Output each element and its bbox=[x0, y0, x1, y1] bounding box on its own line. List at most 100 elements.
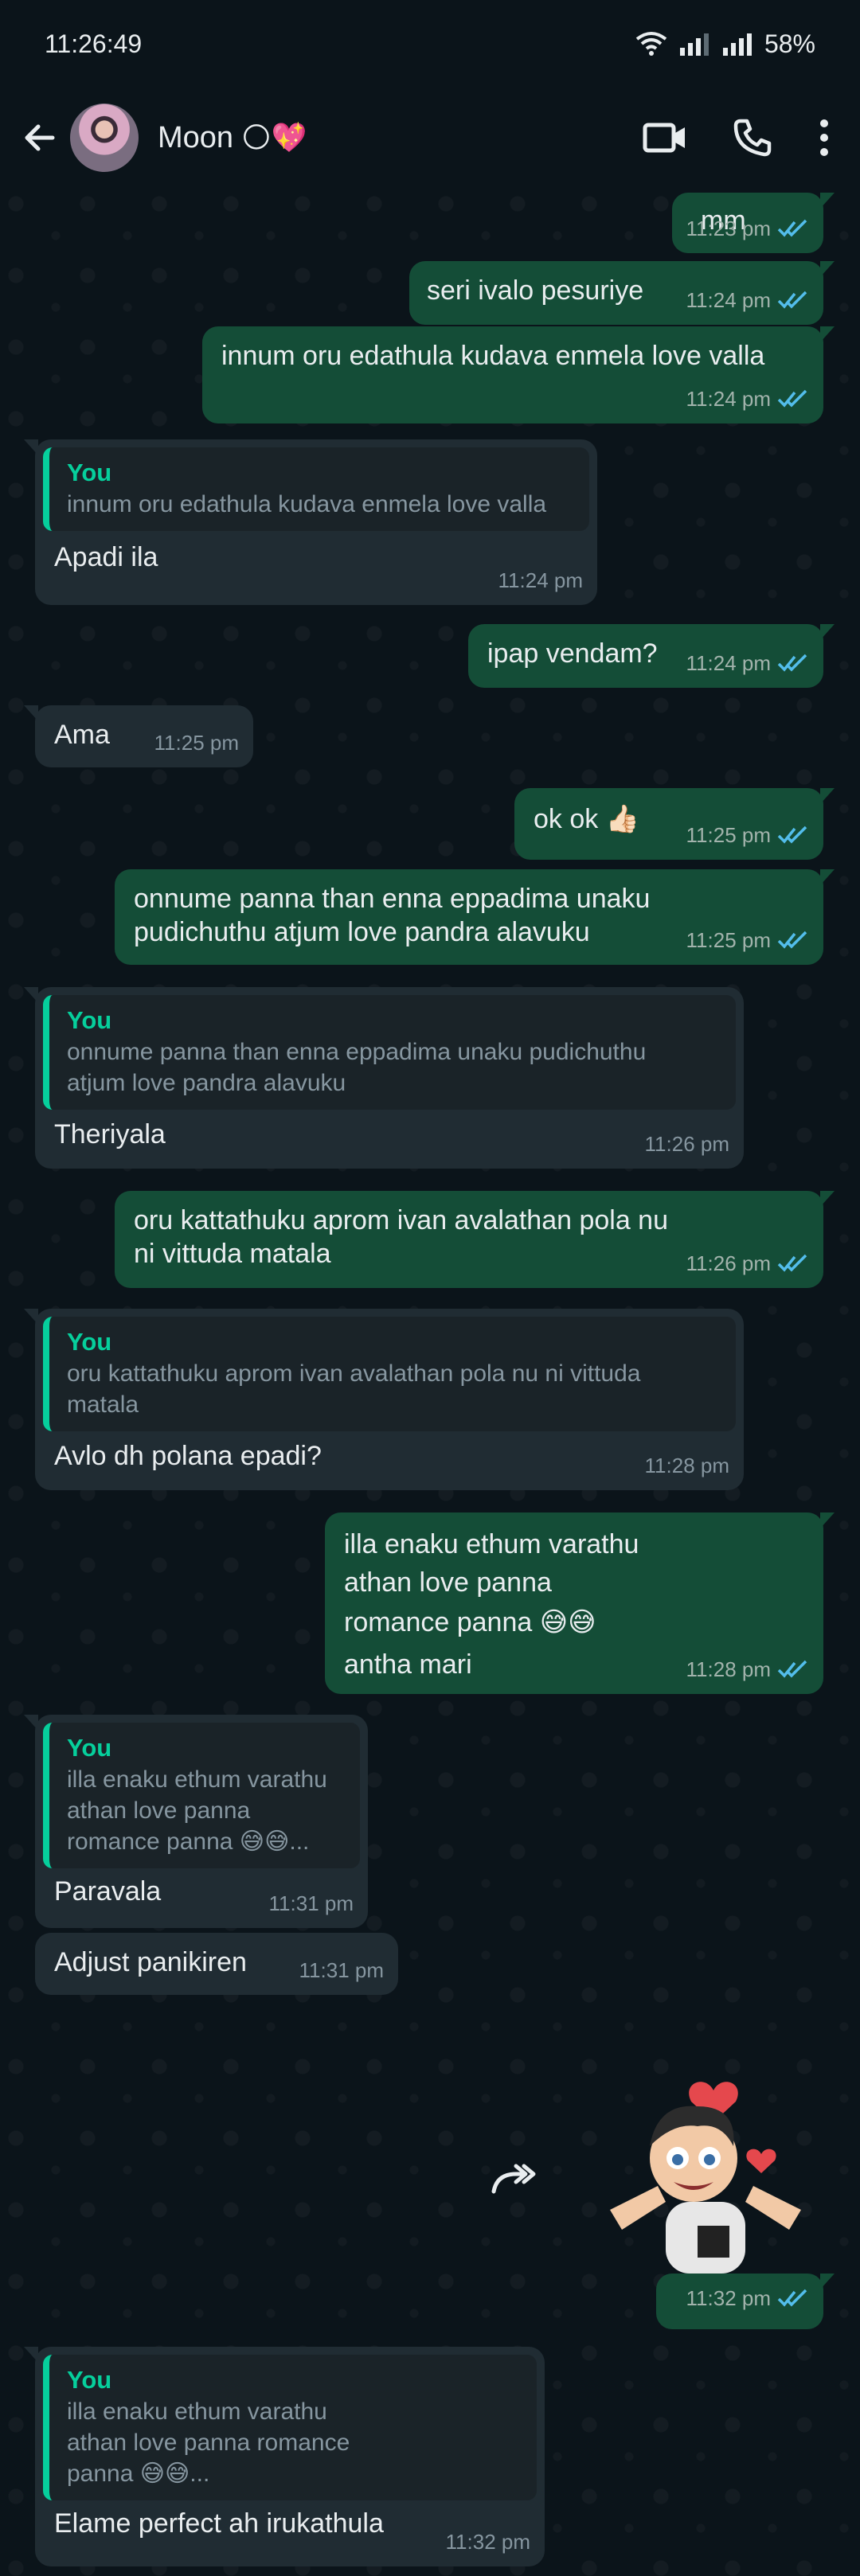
quote-author: You bbox=[67, 1006, 112, 1034]
contact-emoji: 🌕💖 bbox=[241, 121, 307, 154]
sticker-image bbox=[610, 2082, 801, 2274]
message-line: athan love panna bbox=[344, 1567, 552, 1598]
message-outgoing[interactable]: ok ok 👍🏻 11:25 pm bbox=[514, 788, 835, 860]
status-time: 11:26:49 bbox=[45, 29, 143, 58]
message-outgoing[interactable]: onnume panna than enna eppadima unaku pu… bbox=[115, 869, 835, 965]
quote-author: You bbox=[67, 1328, 112, 1356]
message-incoming[interactable]: You onnume panna than enna eppadima unak… bbox=[24, 987, 744, 1169]
message-list[interactable]: mm 11:23 pm seri ivalo pesuriye 11:24 pm… bbox=[0, 188, 860, 2576]
message-text: Theriyala bbox=[54, 1119, 166, 1149]
message-meta: 11:23 pm bbox=[686, 212, 809, 245]
battery-level: 58% bbox=[764, 29, 815, 58]
double-check-icon bbox=[777, 654, 807, 672]
sticker-man-with-hearts[interactable] bbox=[586, 2059, 825, 2297]
quote-text: onnume panna than enna eppadima unaku pu… bbox=[67, 1039, 647, 1096]
message-outgoing[interactable]: oru kattathuku aprom ivan avalathan pola… bbox=[115, 1191, 835, 1288]
message-time: 11:26 pm bbox=[686, 1251, 771, 1275]
message-meta: 11:32 pm bbox=[446, 2525, 530, 2558]
arrow-left-icon bbox=[25, 124, 55, 151]
forward-button[interactable] bbox=[489, 2160, 545, 2207]
quote-author: You bbox=[67, 1734, 112, 1762]
forward-icon bbox=[491, 2164, 536, 2194]
wifi-icon bbox=[635, 31, 667, 57]
contact-name-text: Moon bbox=[158, 120, 234, 154]
signal-icon bbox=[678, 32, 710, 56]
chat-header: Moon 🌕💖 bbox=[0, 88, 860, 188]
double-check-icon bbox=[777, 931, 807, 949]
message-time: 11:32 pm bbox=[686, 2286, 771, 2310]
message-incoming[interactable]: Ama 11:25 pm bbox=[24, 705, 253, 767]
message-time: 11:24 pm bbox=[686, 387, 771, 411]
message-time: 11:25 pm bbox=[686, 823, 771, 847]
message-incoming[interactable]: You illa enaku ethum varathu athan love … bbox=[24, 2347, 545, 2566]
message-meta: 11:32 pm bbox=[686, 2281, 809, 2315]
quoted-message[interactable]: You innum oru edathula kudava enmela lov… bbox=[43, 447, 589, 531]
message-text: onnume panna than enna eppadima unaku pu… bbox=[134, 884, 651, 947]
message-time: 11:28 pm bbox=[644, 1454, 729, 1477]
contact-name[interactable]: Moon 🌕💖 bbox=[158, 121, 307, 155]
video-call-button[interactable] bbox=[621, 98, 709, 178]
message-line: romance panna 😅😅 bbox=[344, 1607, 596, 1637]
video-camera-icon bbox=[643, 123, 685, 153]
message-text: innum oru edathula kudava enmela love va… bbox=[221, 341, 765, 371]
message-outgoing[interactable]: innum oru edathula kudava enmela love va… bbox=[202, 326, 835, 423]
quote-text: illa enaku ethum varathu athan love pann… bbox=[67, 2398, 350, 2487]
message-meta: 11:26 pm bbox=[645, 1127, 729, 1161]
quote-text: innum oru edathula kudava enmela love va… bbox=[67, 491, 547, 517]
double-check-icon bbox=[777, 825, 807, 844]
message-meta: 11:28 pm bbox=[645, 1449, 729, 1482]
signal-icon bbox=[721, 32, 753, 56]
quote-author: You bbox=[67, 459, 112, 486]
message-incoming[interactable]: Adjust panikiren 11:31 pm bbox=[35, 1933, 398, 1995]
message-time: 11:23 pm bbox=[686, 217, 771, 240]
message-time: 11:31 pm bbox=[299, 1958, 384, 1982]
header-actions bbox=[621, 98, 860, 178]
phone-icon bbox=[733, 119, 772, 157]
message-meta: 11:25 pm bbox=[154, 726, 239, 759]
double-check-icon bbox=[777, 291, 807, 309]
message-time: 11:25 pm bbox=[686, 928, 771, 952]
message-meta: 11:24 pm bbox=[686, 283, 809, 317]
message-meta: 11:28 pm bbox=[686, 1653, 809, 1686]
message-meta: 11:31 pm bbox=[299, 1953, 384, 1987]
message-time: 11:28 pm bbox=[686, 1657, 771, 1681]
double-check-icon bbox=[777, 2289, 807, 2307]
message-incoming[interactable]: You innum oru edathula kudava enmela lov… bbox=[24, 439, 597, 605]
message-time: 11:24 pm bbox=[686, 288, 771, 312]
more-options-button[interactable] bbox=[796, 98, 852, 178]
message-incoming[interactable]: You oru kattathuku aprom ivan avalathan … bbox=[24, 1309, 744, 1490]
message-meta: 11:25 pm bbox=[686, 923, 809, 957]
message-outgoing[interactable]: mm 11:23 pm bbox=[672, 193, 835, 253]
status-bar: 11:26:49 58% bbox=[0, 0, 860, 88]
double-check-icon bbox=[777, 1660, 807, 1678]
message-time: 11:32 pm bbox=[445, 2530, 530, 2554]
quoted-message[interactable]: You illa enaku ethum varathu athan love … bbox=[43, 1723, 360, 1868]
double-check-icon bbox=[777, 1254, 807, 1272]
quoted-message[interactable]: You illa enaku ethum varathu athan love … bbox=[43, 2355, 537, 2500]
message-incoming[interactable]: You illa enaku ethum varathu athan love … bbox=[24, 1715, 368, 1928]
message-time: 11:31 pm bbox=[268, 1891, 354, 1915]
message-meta-sticker[interactable]: 11:32 pm bbox=[656, 2274, 835, 2329]
message-time: 11:24 pm bbox=[686, 651, 771, 675]
message-outgoing[interactable]: ipap vendam? 11:24 pm bbox=[468, 624, 835, 688]
kebab-menu-icon bbox=[820, 119, 828, 156]
double-check-icon bbox=[777, 389, 807, 408]
message-text: oru kattathuku aprom ivan avalathan pola… bbox=[134, 1205, 669, 1269]
quote-author: You bbox=[67, 2366, 112, 2394]
message-outgoing[interactable]: seri ivalo pesuriye 11:24 pm bbox=[409, 261, 835, 325]
back-button[interactable] bbox=[8, 106, 72, 170]
quoted-message[interactable]: You onnume panna than enna eppadima unak… bbox=[43, 995, 736, 1110]
quoted-message[interactable]: You oru kattathuku aprom ivan avalathan … bbox=[43, 1317, 736, 1431]
voice-call-button[interactable] bbox=[709, 98, 796, 178]
quote-text: oru kattathuku aprom ivan avalathan pola… bbox=[67, 1360, 641, 1418]
message-meta: 11:24 pm bbox=[686, 646, 809, 680]
message-meta: 11:26 pm bbox=[686, 1247, 809, 1280]
message-meta: 11:24 pm bbox=[498, 564, 583, 597]
message-text: Avlo dh polana epadi? bbox=[54, 1441, 322, 1471]
message-time: 11:24 pm bbox=[498, 568, 583, 592]
message-line: illa enaku ethum varathu bbox=[344, 1529, 639, 1559]
message-outgoing[interactable]: illa enaku ethum varathu athan love pann… bbox=[325, 1512, 835, 1694]
message-meta: 11:24 pm bbox=[686, 382, 809, 416]
message-time: 11:25 pm bbox=[154, 731, 239, 755]
avatar[interactable] bbox=[70, 103, 139, 172]
